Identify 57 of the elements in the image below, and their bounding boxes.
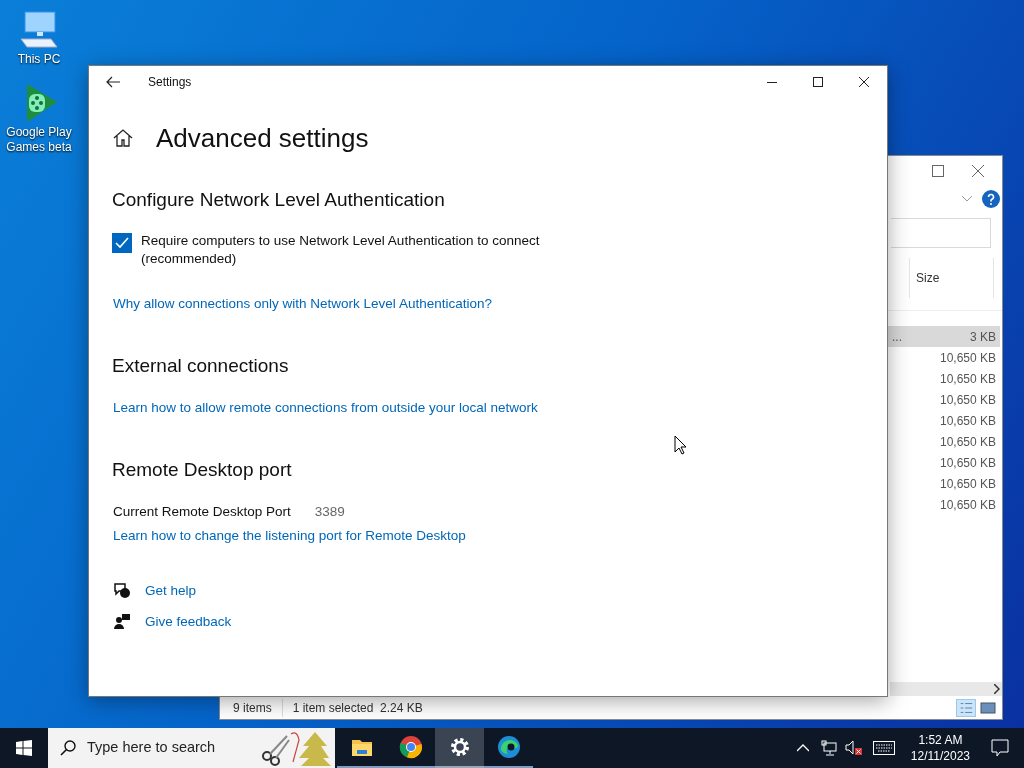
link[interactable]: Why allow connections only with Network Level Authentication? bbox=[113, 295, 492, 313]
link[interactable]: Learn how to allow remote connections from outside your local network bbox=[113, 399, 538, 417]
home-icon[interactable] bbox=[113, 129, 133, 147]
person-feedback-icon bbox=[113, 613, 131, 630]
section-heading: Remote Desktop port bbox=[112, 458, 292, 482]
search-icon bbox=[60, 740, 76, 756]
swirl-icon bbox=[496, 735, 521, 759]
details-view-icon[interactable] bbox=[956, 698, 976, 717]
status-text: 1 item selected 2.24 KB bbox=[291, 699, 423, 717]
chevron-down-icon[interactable] bbox=[962, 196, 972, 202]
page-title: Advanced settings bbox=[156, 122, 369, 155]
scroll-right-icon[interactable] bbox=[994, 684, 1000, 694]
file-size: 10,650 KB bbox=[939, 454, 997, 472]
muted-speaker-icon[interactable] bbox=[844, 740, 863, 756]
file-size: 10,650 KB bbox=[939, 412, 997, 430]
column-header[interactable]: Size bbox=[909, 258, 994, 298]
horizontal-scrollbar[interactable] bbox=[890, 682, 1002, 696]
clock[interactable]: 1:52 AM 12/11/2023 bbox=[904, 732, 976, 764]
network-icon[interactable] bbox=[820, 740, 837, 756]
file-size: 10,650 KB bbox=[939, 349, 997, 367]
section-heading: External connections bbox=[112, 354, 289, 378]
thumbnails-view-icon[interactable] bbox=[980, 699, 996, 716]
close-icon[interactable] bbox=[859, 77, 869, 87]
file-name: ... bbox=[892, 328, 903, 346]
link[interactable]: Give feedback bbox=[145, 612, 232, 631]
search-box[interactable]: Type here to search bbox=[48, 728, 335, 768]
file-size: 10,650 KB bbox=[939, 370, 997, 388]
keyboard-icon[interactable] bbox=[872, 741, 895, 755]
maximize-icon[interactable] bbox=[813, 77, 823, 87]
file-row[interactable]: ... 3 KB bbox=[888, 326, 1000, 347]
field-label: Current Remote Desktop Port bbox=[113, 503, 291, 521]
checkbox[interactable] bbox=[112, 233, 132, 253]
link[interactable]: Get help bbox=[145, 581, 197, 600]
search-field[interactable] bbox=[891, 218, 991, 248]
link[interactable]: Learn how to change the listening port for Remote Desktop bbox=[113, 527, 466, 545]
file-size: 3 KB bbox=[970, 328, 997, 346]
checkmark-icon bbox=[115, 236, 129, 250]
file-size: 10,650 KB bbox=[939, 433, 997, 451]
chrome-icon bbox=[398, 735, 423, 759]
window-title: Settings bbox=[148, 74, 192, 91]
desktop-icon-label[interactable]: This PC bbox=[2, 52, 76, 67]
mouse-cursor-icon bbox=[674, 435, 687, 455]
checkbox-label: Require computers to use Network Level Authentication to connect (recommended) bbox=[141, 232, 541, 268]
notification-icon[interactable] bbox=[991, 739, 1009, 757]
desktop-icon-label[interactable]: Google Play Games beta bbox=[2, 125, 76, 155]
file-size: 10,650 KB bbox=[939, 475, 997, 493]
file-size: 10,650 KB bbox=[939, 496, 997, 514]
speech-bubbles-icon bbox=[113, 582, 131, 599]
taskbar-app-button[interactable] bbox=[435, 728, 484, 768]
windows-logo-icon[interactable] bbox=[16, 740, 32, 756]
file-size: 10,650 KB bbox=[939, 391, 997, 409]
status-text: 9 items bbox=[233, 698, 283, 717]
section-heading: Configure Network Level Authentication bbox=[112, 188, 445, 212]
port-value: 3389 bbox=[314, 503, 345, 521]
help-icon[interactable] bbox=[982, 190, 1000, 208]
back-arrow-icon[interactable] bbox=[106, 76, 120, 88]
chevron-up-icon[interactable] bbox=[796, 744, 809, 752]
